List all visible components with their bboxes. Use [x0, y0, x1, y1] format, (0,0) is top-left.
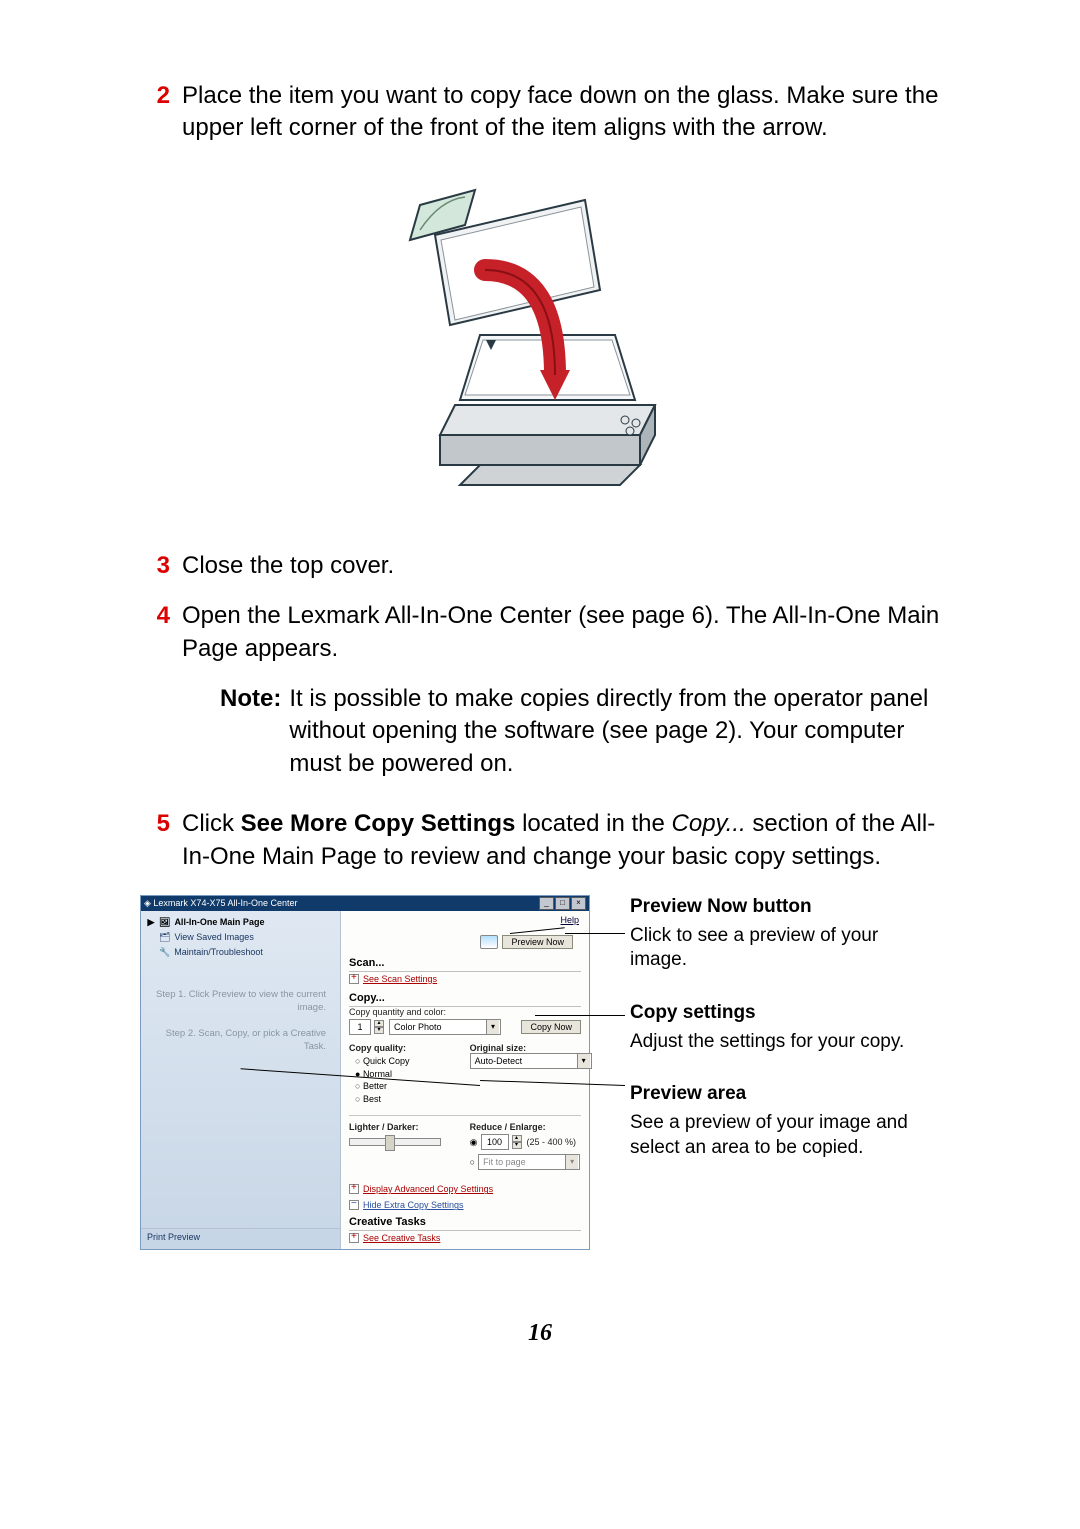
reduce-spinner[interactable]: ▴▾ [512, 1135, 522, 1149]
display-advanced-link[interactable]: Display Advanced Copy Settings [349, 1184, 581, 1194]
note-block: Note: It is possible to make copies dire… [220, 683, 940, 780]
sidebar-item-saved[interactable]: 🗂 View Saved Images [141, 930, 340, 945]
quality-quick[interactable]: Quick Copy [355, 1055, 460, 1068]
callout-preview-area-text: See a preview of your image and select a… [630, 1111, 940, 1160]
pointer-icon: ▶ [147, 917, 155, 928]
copy-qty-spinner[interactable]: ▴▾ [374, 1020, 384, 1034]
window-controls[interactable]: _□× [538, 897, 586, 910]
see-creative-link[interactable]: See Creative Tasks [349, 1233, 581, 1243]
lighter-darker-label: Lighter / Darker: [349, 1122, 460, 1132]
lighter-darker-slider[interactable] [349, 1138, 441, 1146]
page-number: 16 [140, 1320, 940, 1347]
close-icon[interactable]: × [571, 897, 586, 910]
callout-preview-area: Preview area See a preview of your image… [630, 1082, 940, 1160]
minus-icon [349, 1200, 359, 1210]
callout-copy-settings-text: Adjust the settings for your copy. [630, 1030, 940, 1055]
window-titlebar: ◈ Lexmark X74-X75 All-In-One Center _□× [141, 896, 589, 911]
step-5-text: Click See More Copy Settings located in … [182, 808, 940, 873]
sidebar-item-maintain[interactable]: 🔧 Maintain/Troubleshoot [141, 945, 340, 960]
original-size-label: Original size: [470, 1043, 581, 1053]
help-link[interactable]: Help [560, 915, 579, 925]
step-2: 2 Place the item you want to copy face d… [140, 80, 940, 145]
step-4-number: 4 [140, 600, 170, 632]
step-2-number: 2 [140, 80, 170, 112]
note-label: Note: [220, 683, 281, 780]
software-screenshot: ◈ Lexmark X74-X75 All-In-One Center _□× … [140, 895, 590, 1250]
callout-preview-now-text: Click to see a preview of your image. [630, 924, 940, 973]
scanner-illustration [140, 175, 940, 510]
reduce-range: (25 - 400 %) [527, 1137, 577, 1147]
quality-best[interactable]: Best [355, 1093, 460, 1106]
preview-now-button[interactable]: Preview Now [502, 935, 573, 949]
see-scan-settings-link[interactable]: See Scan Settings [349, 974, 581, 984]
creative-section-title: Creative Tasks [349, 1216, 581, 1231]
sidebar-footer[interactable]: Print Preview [141, 1228, 340, 1245]
step-4-text: Open the Lexmark All-In-One Center (see … [182, 600, 940, 665]
minimize-icon[interactable]: _ [539, 897, 554, 910]
app-window: ◈ Lexmark X74-X75 All-In-One Center _□× … [140, 895, 590, 1250]
callout-preview-now: Preview Now button Click to see a previe… [630, 895, 940, 973]
plus-icon [349, 974, 359, 984]
step-5: 5 Click See More Copy Settings located i… [140, 808, 940, 873]
step-5-number: 5 [140, 808, 170, 840]
sidebar-item-main-page[interactable]: ▶ 🖼 All-In-One Main Page [141, 915, 340, 930]
step-3-number: 3 [140, 550, 170, 582]
callout-preview-now-title: Preview Now button [630, 895, 940, 920]
callouts: Preview Now button Click to see a previe… [630, 895, 940, 1189]
copy-section-title: Copy... [349, 992, 581, 1007]
step-4: 4 Open the Lexmark All-In-One Center (se… [140, 600, 940, 665]
plus-icon [349, 1233, 359, 1243]
separator [349, 1115, 581, 1116]
callout-copy-settings: Copy settings Adjust the settings for yo… [630, 1001, 940, 1054]
callout-preview-area-title: Preview area [630, 1082, 940, 1107]
note-text: It is possible to make copies directly f… [289, 683, 940, 780]
callout-copy-settings-title: Copy settings [630, 1001, 940, 1026]
reduce-enlarge-label: Reduce / Enlarge: [470, 1122, 581, 1132]
sidebar-steps: Step 1. Click Preview to view the curren… [141, 988, 340, 1053]
sidebar: ▶ 🖼 All-In-One Main Page 🗂 View Saved Im… [141, 911, 341, 1249]
preview-thumb-icon [480, 935, 498, 949]
fit-to-page-dropdown[interactable]: Fit to page [478, 1154, 580, 1170]
step-3-text: Close the top cover. [182, 550, 940, 582]
sidebar-step1: Step 1. Click Preview to view the curren… [155, 988, 326, 1015]
scanner-diagram-svg [390, 175, 690, 505]
plus-icon [349, 1184, 359, 1194]
reduce-value-input[interactable]: 100 [481, 1134, 509, 1150]
maximize-icon[interactable]: □ [555, 897, 570, 910]
preview-now-group: Preview Now [480, 935, 573, 949]
hide-extra-link[interactable]: Hide Extra Copy Settings [349, 1200, 581, 1210]
copy-now-button[interactable]: Copy Now [521, 1020, 581, 1034]
copy-quality-label: Copy quality: [349, 1043, 460, 1053]
step-2-text: Place the item you want to copy face dow… [182, 80, 940, 145]
original-size-dropdown[interactable]: Auto-Detect [470, 1053, 592, 1069]
step-3: 3 Close the top cover. [140, 550, 940, 582]
scan-section-title: Scan... [349, 957, 581, 972]
copy-qty-input[interactable]: 1 [349, 1019, 371, 1035]
sidebar-step2: Step 2. Scan, Copy, or pick a Creative T… [155, 1027, 326, 1054]
window-title: Lexmark X74-X75 All-In-One Center [153, 898, 297, 908]
copy-type-dropdown[interactable]: Color Photo [389, 1019, 501, 1035]
main-pane: Help Preview Now Scan... See Scan Settin… [341, 911, 589, 1249]
